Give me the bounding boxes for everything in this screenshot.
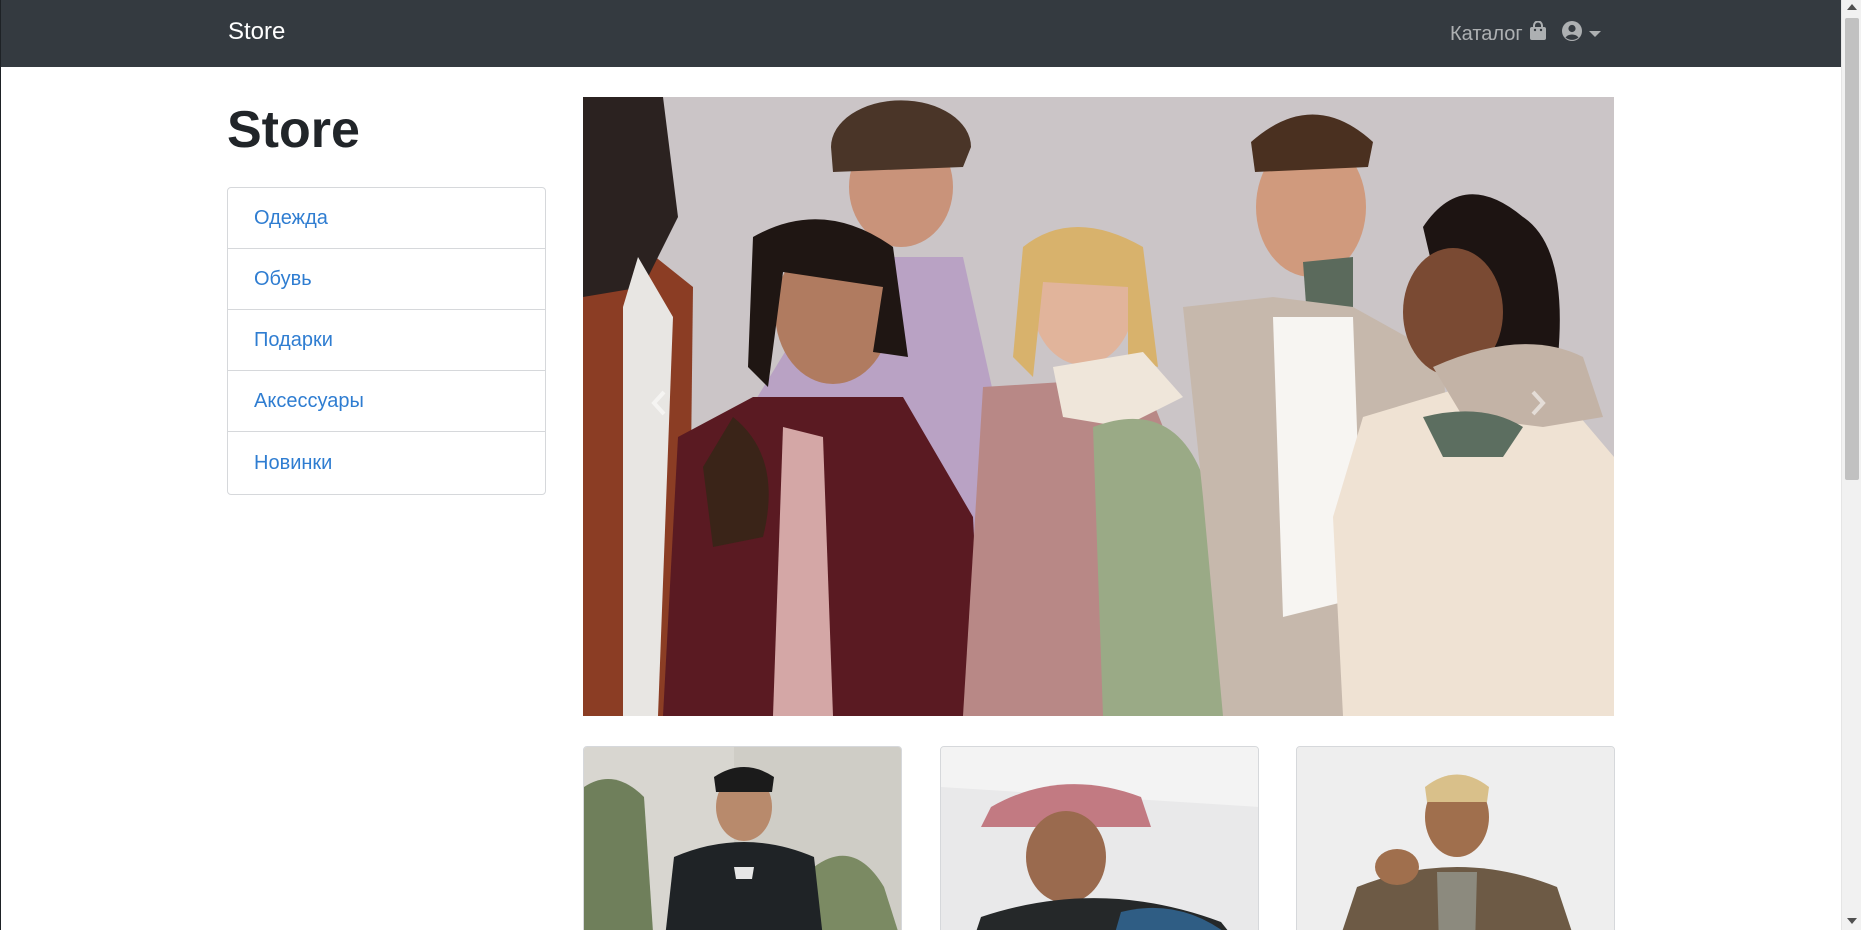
chevron-down-icon [1589, 30, 1601, 37]
carousel-slide-image [583, 97, 1614, 716]
category-list: Одежда Обувь Подарки Аксессуары Новинки [227, 187, 546, 495]
category-item-accessories[interactable]: Аксессуары [228, 371, 545, 432]
product-card[interactable] [1296, 746, 1615, 930]
carousel-prev-button[interactable] [645, 390, 675, 420]
hero-carousel[interactable] [583, 97, 1614, 716]
product-image [1297, 747, 1614, 930]
category-item-shoes[interactable]: Обувь [228, 249, 545, 310]
product-image [941, 747, 1258, 930]
product-card[interactable] [940, 746, 1259, 930]
category-item-new[interactable]: Новинки [228, 432, 545, 494]
navbar-brand[interactable]: Store [228, 18, 285, 46]
shopping-bag-icon [1529, 20, 1547, 47]
top-navbar: Store Каталог [0, 0, 1841, 67]
user-circle-icon [1561, 20, 1583, 47]
chevron-right-icon [1527, 390, 1547, 421]
page-scrollbar[interactable] [1841, 0, 1861, 930]
chevron-left-icon [650, 390, 670, 421]
product-image [584, 747, 901, 930]
category-item-clothing[interactable]: Одежда [228, 188, 545, 249]
product-card[interactable] [583, 746, 902, 930]
catalog-label: Каталог [1450, 22, 1523, 45]
catalog-nav-link[interactable]: Каталог [1450, 20, 1547, 47]
user-menu-dropdown[interactable] [1561, 20, 1601, 47]
carousel-next-button[interactable] [1522, 390, 1552, 420]
scroll-down-arrow-icon[interactable] [1847, 918, 1857, 924]
category-item-gifts[interactable]: Подарки [228, 310, 545, 371]
scrollbar-thumb[interactable] [1845, 18, 1859, 480]
scroll-up-arrow-icon[interactable] [1847, 4, 1857, 10]
page-title: Store [227, 101, 360, 159]
